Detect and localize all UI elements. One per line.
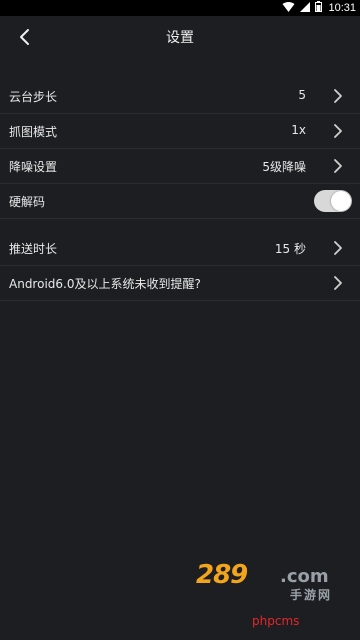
setting-value: 15 秒: [274, 242, 306, 256]
setting-value: 5: [298, 88, 306, 102]
settings-group-1: 云台步长 5 抓图模式 1x 降噪设置 5级降噪 硬解码: [0, 79, 360, 219]
setting-value: 5级降噪: [262, 160, 306, 174]
watermark-logo-number: 289: [196, 560, 248, 590]
signal-icon: [300, 1, 311, 15]
wifi-icon: [282, 1, 295, 15]
setting-row-noise-reduction[interactable]: 降噪设置 5级降噪: [0, 149, 360, 184]
setting-label: 硬解码: [9, 195, 46, 209]
status-time: 10:31: [328, 2, 356, 14]
page-title: 设置: [166, 30, 194, 46]
setting-row-push-duration[interactable]: 推送时长 15 秒: [0, 231, 360, 266]
setting-value: 1x: [291, 123, 306, 137]
setting-label: Android6.0及以上系统未收到提醒?: [9, 277, 201, 291]
setting-label: 推送时长: [9, 242, 58, 256]
setting-label: 云台步长: [9, 90, 58, 104]
setting-label: 抓图模式: [9, 125, 58, 139]
settings-group-2: 推送时长 15 秒 Android6.0及以上系统未收到提醒?: [0, 231, 360, 301]
setting-row-capture-mode[interactable]: 抓图模式 1x: [0, 114, 360, 149]
hardware-decode-toggle[interactable]: [314, 190, 352, 212]
watermark-text: phpcms: [252, 614, 300, 628]
battery-icon: [315, 1, 323, 15]
setting-row-android-notification-help[interactable]: Android6.0及以上系统未收到提醒?: [0, 266, 360, 301]
setting-row-hardware-decode: 硬解码: [0, 184, 360, 219]
watermark-logo: 289 .com 手游网: [196, 560, 346, 604]
chevron-right-icon: [334, 276, 342, 290]
status-bar: 10:31: [0, 0, 360, 16]
toggle-knob: [331, 191, 351, 211]
chevron-right-icon: [334, 124, 342, 138]
setting-label: 降噪设置: [9, 160, 58, 174]
chevron-right-icon: [334, 159, 342, 173]
app-header: 设置: [0, 16, 360, 58]
watermark-logo-cn: 手游网: [290, 588, 333, 602]
chevron-right-icon: [334, 241, 342, 255]
chevron-right-icon: [334, 89, 342, 103]
watermark-logo-domain: .com: [280, 566, 329, 587]
setting-row-ptz-step[interactable]: 云台步长 5: [0, 79, 360, 114]
